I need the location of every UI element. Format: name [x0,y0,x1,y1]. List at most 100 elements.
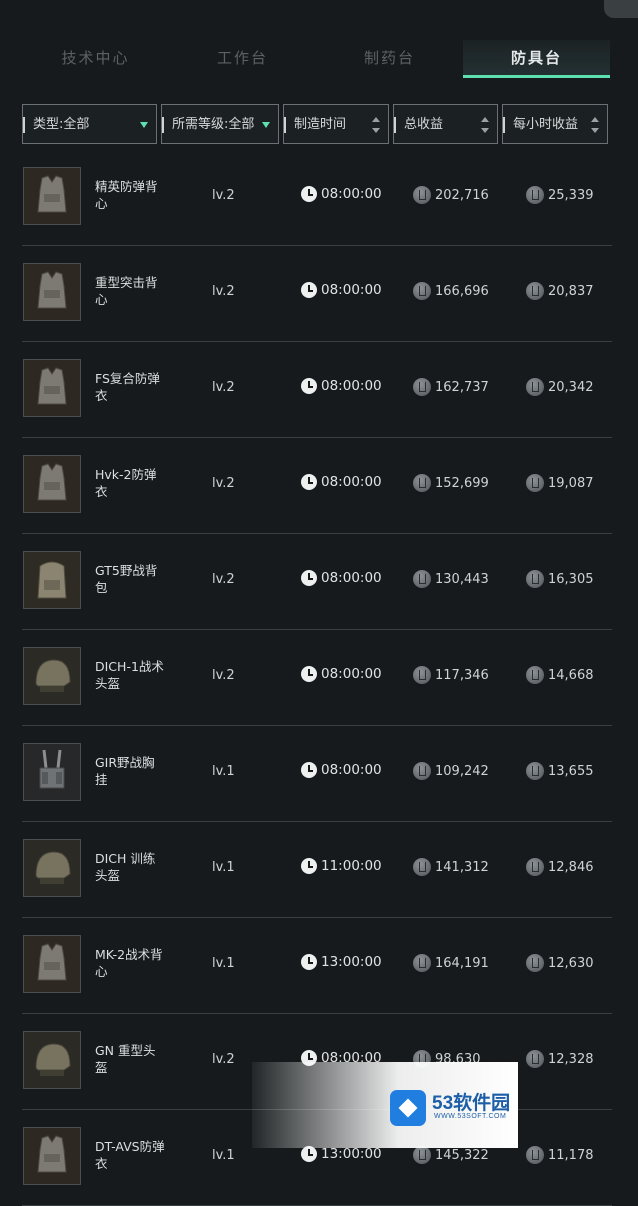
craft-time: 08:00:00 [301,666,382,682]
coin-icon [526,474,544,492]
bar-icon [394,117,396,133]
craft-time: 08:00:00 [301,474,382,490]
total-profit-value: 117,346 [435,667,489,683]
craft-time: 08:00:00 [301,186,382,202]
coin-icon [526,570,544,588]
tab-armor-bench[interactable]: 防具台 [463,40,610,78]
table-row[interactable]: 精英防弹背心 lv.2 08:00:00 202,716 25,339 [22,150,612,246]
item-name: Hvk-2防弹衣 [95,467,157,499]
item-name: MK-2战术背心 [95,947,163,979]
item-level: lv.2 [212,188,235,203]
hourly-profit: 20,342 [526,378,594,396]
hourly-profit-value: 12,630 [548,955,594,971]
hourly-profit-value: 16,305 [548,571,594,587]
table-row[interactable]: DICH 训练头盔 lv.1 11:00:00 141,312 12,846 [22,822,612,918]
coin-icon [413,954,431,972]
clock-icon [301,474,317,490]
item-name: GT5野战背包 [95,563,158,595]
coin-icon [526,762,544,780]
scroll-handle[interactable] [604,0,638,18]
bar-icon [162,117,164,133]
total-sort-label: 总收益 [404,117,444,132]
total-sort-button[interactable]: 总收益 [393,104,498,144]
craft-time: 08:00:00 [301,762,382,778]
table-row[interactable]: DICH-1战术头盔 lv.2 08:00:00 117,346 14,668 [22,630,612,726]
craft-time: 13:00:00 [301,1146,382,1162]
total-profit: 166,696 [413,282,489,300]
total-profit-value: 202,716 [435,187,489,203]
vest-icon [23,1127,81,1185]
table-row[interactable]: GT5野战背包 lv.2 08:00:00 130,443 16,305 [22,534,612,630]
item-name: GN 重型头盔 [95,1043,156,1075]
total-profit-value: 164,191 [435,955,489,971]
craft-time-value: 08:00:00 [321,666,382,682]
item-level: lv.2 [212,668,235,683]
item-level: lv.2 [212,284,235,299]
hourly-profit-value: 13,655 [548,763,594,779]
total-profit-value: 152,699 [435,475,489,491]
chevron-down-icon [140,122,148,128]
clock-icon [301,954,317,970]
helmet-icon [23,839,81,897]
sort-icon [591,117,599,133]
hourly-profit-value: 11,178 [548,1147,594,1163]
clock-icon [301,1146,317,1162]
watermark-title: 53软件园 [432,1093,511,1114]
hourly-profit: 25,339 [526,186,594,204]
bar-icon [23,117,25,133]
total-profit-value: 166,696 [435,283,489,299]
total-profit: 117,346 [413,666,489,684]
hourly-profit: 16,305 [526,570,594,588]
chevron-down-icon [262,122,270,128]
item-name: DICH-1战术头盔 [95,659,164,691]
total-profit-value: 145,322 [435,1147,489,1163]
item-level: lv.2 [212,476,235,491]
type-filter-label: 类型:全部 [33,117,90,132]
tab-pharmacy[interactable]: 制药台 [316,40,463,78]
hourly-profit: 12,328 [526,1050,594,1068]
vest-icon [23,935,81,993]
craft-time-value: 08:00:00 [321,570,382,586]
hourly-profit-value: 12,846 [548,859,594,875]
vest-icon [23,359,81,417]
clock-icon [301,666,317,682]
total-profit: 130,443 [413,570,489,588]
table-row[interactable]: 重型突击背心 lv.2 08:00:00 166,696 20,837 [22,246,612,342]
time-sort-button[interactable]: 制造时间 [283,104,389,144]
type-filter-dropdown[interactable]: 类型:全部 [22,104,157,144]
craft-time-value: 11:00:00 [321,858,382,874]
tab-tech-center[interactable]: 技术中心 [22,40,169,78]
table-row[interactable]: FS复合防弹衣 lv.2 08:00:00 162,737 20,342 [22,342,612,438]
coin-icon [526,378,544,396]
item-name: GIR野战胸挂 [95,755,155,787]
clock-icon [301,282,317,298]
hourly-profit-value: 25,339 [548,187,594,203]
total-profit: 162,737 [413,378,489,396]
level-filter-dropdown[interactable]: 所需等级:全部 [161,104,279,144]
hourly-profit-value: 14,668 [548,667,594,683]
table-row[interactable]: MK-2战术背心 lv.1 13:00:00 164,191 12,630 [22,918,612,1014]
hourly-profit: 12,630 [526,954,594,972]
item-name: FS复合防弹衣 [95,371,160,403]
vest-icon [23,455,81,513]
sort-icon [481,117,489,133]
craft-time: 13:00:00 [301,954,382,970]
tab-workbench[interactable]: 工作台 [169,40,316,78]
coin-icon [526,954,544,972]
time-sort-label: 制造时间 [294,117,347,132]
coin-icon [413,762,431,780]
table-row[interactable]: GIR野战胸挂 lv.1 08:00:00 109,242 13,655 [22,726,612,822]
coin-icon [526,858,544,876]
tab-bar: 技术中心 工作台 制药台 防具台 [22,40,610,78]
hourly-sort-button[interactable]: 每小时收益 [502,104,608,144]
backpack-icon [23,551,81,609]
total-profit-value: 130,443 [435,571,489,587]
total-profit: 152,699 [413,474,489,492]
table-row[interactable]: Hvk-2防弹衣 lv.2 08:00:00 152,699 19,087 [22,438,612,534]
coin-icon [526,1146,544,1164]
vest-icon [23,263,81,321]
item-level: lv.1 [212,764,235,779]
bar-icon [503,117,505,133]
coin-icon [413,282,431,300]
clock-icon [301,858,317,874]
